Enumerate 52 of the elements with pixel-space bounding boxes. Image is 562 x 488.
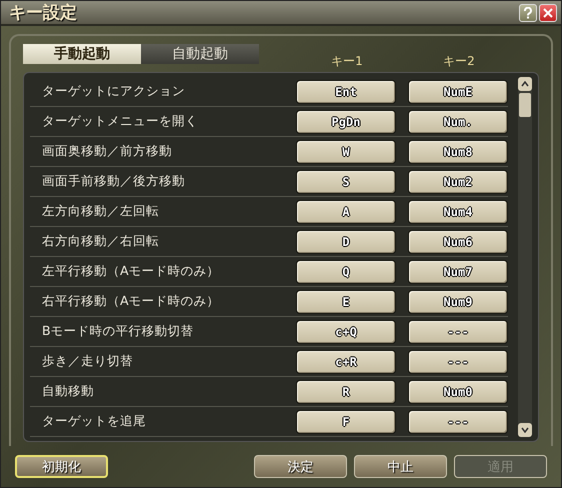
close-icon: [543, 8, 553, 18]
dialog-button[interactable]: 決定: [254, 455, 347, 478]
key-binding-button[interactable]: ---: [408, 410, 508, 434]
key-binding-button[interactable]: ---: [408, 320, 508, 344]
key-binding-button[interactable]: Num4: [408, 200, 508, 224]
key-binding-button[interactable]: A: [296, 200, 396, 224]
scroll-up-button[interactable]: [518, 77, 532, 91]
close-button[interactable]: [539, 4, 557, 22]
key-binding-button[interactable]: S: [296, 170, 396, 194]
key-binding-button[interactable]: Num7: [408, 260, 508, 284]
key-binding-button[interactable]: Num9: [408, 290, 508, 314]
help-icon: [522, 6, 534, 18]
action-label: 歩き／走り切替: [41, 353, 134, 370]
window-title: キー設定: [9, 2, 78, 24]
column-header: キー1: [330, 53, 364, 70]
key-binding-button[interactable]: PgDn: [296, 110, 396, 134]
action-label: 画面手前移動／後方移動: [41, 173, 186, 190]
action-label: 右方向移動／右回転: [41, 233, 160, 250]
dialog-button[interactable]: 中止: [354, 455, 447, 478]
action-label: 左平行移動（Aモード時のみ）: [41, 263, 221, 280]
scrollbar[interactable]: [518, 77, 532, 437]
tab[interactable]: 自動起動: [141, 44, 259, 64]
dialog-button[interactable]: 初期化: [15, 455, 108, 478]
column-header: キー2: [442, 53, 476, 70]
key-binding-button[interactable]: Num2: [408, 170, 508, 194]
action-label: ターゲットメニューを開く: [41, 113, 199, 130]
key-binding-button[interactable]: Num8: [408, 140, 508, 164]
action-label: ターゲットにアクション: [41, 83, 186, 100]
key-binding-button[interactable]: E: [296, 290, 396, 314]
key-binding-button[interactable]: F: [296, 410, 396, 434]
help-button[interactable]: [519, 4, 537, 22]
tab[interactable]: 手動起動: [23, 44, 141, 64]
scroll-thumb[interactable]: [519, 93, 531, 117]
key-binding-button[interactable]: Ent: [296, 80, 396, 104]
key-binding-button[interactable]: Num.: [408, 110, 508, 134]
key-binding-button[interactable]: R: [296, 380, 396, 404]
scroll-down-button[interactable]: [518, 423, 532, 437]
action-label: 右平行移動（Aモード時のみ）: [41, 293, 221, 310]
action-label: 自動移動: [41, 383, 95, 400]
action-label: Bモード時の平行移動切替: [41, 323, 195, 340]
key-binding-button[interactable]: NumE: [408, 80, 508, 104]
action-label: ターゲットを追尾: [41, 413, 147, 430]
key-binding-button[interactable]: Q: [296, 260, 396, 284]
key-binding-button[interactable]: c+Q: [296, 320, 396, 344]
key-binding-button[interactable]: Num6: [408, 230, 508, 254]
key-binding-button[interactable]: ---: [408, 350, 508, 374]
key-binding-button[interactable]: Num0: [408, 380, 508, 404]
key-binding-button[interactable]: D: [296, 230, 396, 254]
action-label: 左方向移動／左回転: [41, 203, 160, 220]
key-binding-button[interactable]: W: [296, 140, 396, 164]
key-binding-button[interactable]: c+R: [296, 350, 396, 374]
action-label: 画面奥移動／前方移動: [41, 143, 173, 160]
